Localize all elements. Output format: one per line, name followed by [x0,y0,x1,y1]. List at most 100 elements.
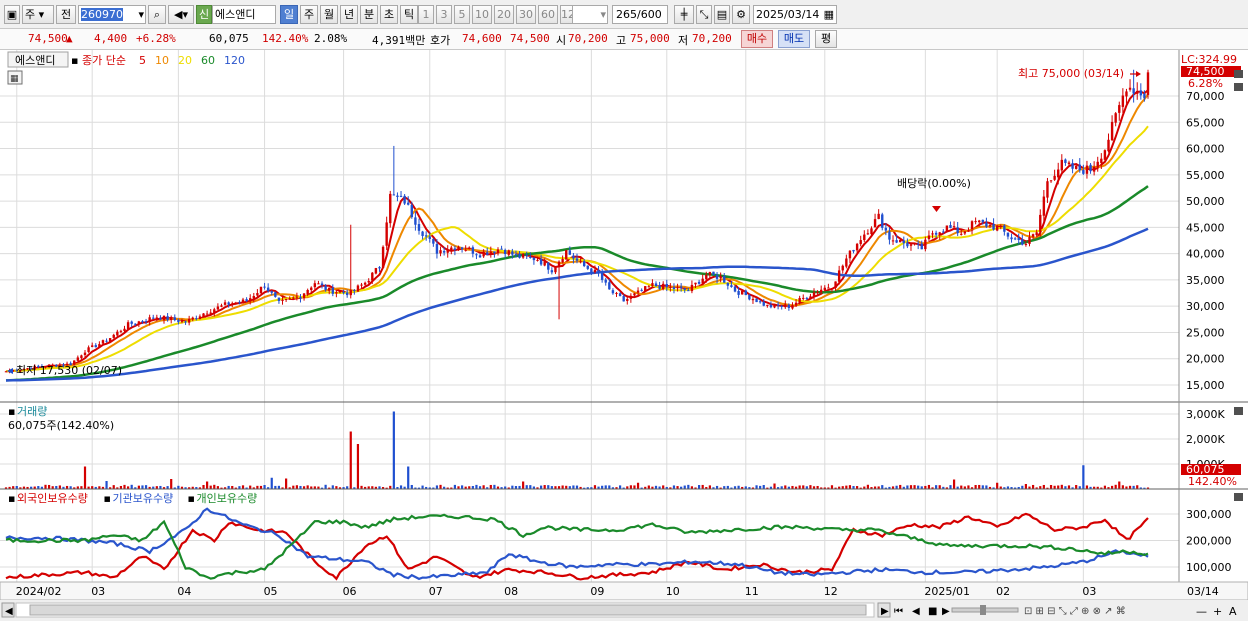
stop-icon[interactable]: ■ [928,606,937,617]
volume-bar [974,484,977,489]
window-menu-icon[interactable]: ▣ [4,5,20,24]
volume-close-icon[interactable] [1234,407,1243,415]
minute-step-5[interactable]: 30 [516,5,536,24]
candle-body [137,321,141,325]
minute-step-2[interactable]: 5 [454,5,470,24]
price-close-icon[interactable] [1234,83,1243,91]
scroll-prev-page-icon[interactable]: ◀ [912,606,920,617]
candle-body [482,251,485,257]
volume-bar [460,485,464,489]
candle-body [809,296,812,300]
prev-button[interactable]: 전 [56,5,76,24]
legend-ma-label[interactable]: 종가 단순 [82,54,126,67]
timeframe-tab-1[interactable]: 주 [300,5,318,24]
candle-body [503,249,507,255]
volume-bar [421,485,424,489]
volume-bar [349,431,352,489]
timeframe-tab-6[interactable]: 틱 [400,5,418,24]
candle-body [841,265,844,271]
candle-body [618,293,622,297]
scroll-left-icon: ◀ [5,606,13,617]
candle-body [852,249,855,252]
candle-body [302,293,306,299]
gear-icon[interactable]: ⚙ [732,5,750,24]
bar-count-field[interactable]: 265/600 [612,5,668,24]
candle-body [543,261,546,266]
volume-bar [845,485,848,489]
candle-body [4,371,8,373]
candle-body [464,249,467,251]
draw-tool-icon[interactable]: ⤡ [696,5,712,24]
volume-bar [784,485,787,489]
candle-body [633,293,636,296]
candle-body [536,259,539,261]
timeframe-tab-4[interactable]: 분 [360,5,378,24]
candle-body [877,213,880,220]
volume-bar [604,485,607,489]
scroll-first-icon[interactable]: ⏮ [894,606,903,617]
search-icon[interactable]: ⌕ [148,5,166,24]
minute-step-1[interactable]: 3 [436,5,452,24]
volume-bar [927,484,931,489]
candle-body [306,289,309,295]
candle-body [891,240,895,242]
stock-name-field[interactable]: 에스앤디 [212,5,276,24]
candle-body [1031,234,1035,237]
minute-step-0[interactable]: 1 [418,5,434,24]
sell-button[interactable]: 매도 [778,30,810,48]
zoom-in-icon[interactable]: + [1213,605,1222,618]
holdings-close-icon[interactable] [1234,493,1243,501]
volume-title[interactable]: 거래량 [17,405,47,418]
custom-step-input[interactable]: ▾ [572,5,608,24]
scroll-next-page-icon[interactable]: ▶ [942,606,950,617]
timeframe-tab-2[interactable]: 월 [320,5,338,24]
scrollbar-thumb[interactable] [29,604,867,616]
candle-body [245,299,248,302]
minute-step-3[interactable]: 10 [472,5,492,24]
candle-body [274,292,277,297]
x-axis-label: 2024/02 [16,585,62,598]
timeframe-tab-0[interactable]: 일 [280,5,298,24]
volume-bar [830,485,834,489]
minute-step-6[interactable]: 60 [538,5,558,24]
save-icon[interactable]: ▤ [714,5,730,24]
date-field[interactable]: 2025/03/14 ▦ [753,5,837,24]
timeframe-tab-5[interactable]: 초 [380,5,398,24]
volume-bar [123,484,126,489]
chevron-down-icon: ▾ [600,8,606,21]
stock-chart[interactable]: 15,000 20,000 25,000 30,000 35,000 40,000 45,0… [0,50,1248,621]
period-unit-select[interactable]: 주 ▾ [22,5,54,24]
candle-body [148,317,151,323]
timeframe-tab-3[interactable]: 년 [340,5,358,24]
legend-dot: ▪ [71,54,78,67]
volume-bar [866,484,869,489]
buy-button[interactable]: 매수 [741,30,773,48]
font-size-icon[interactable]: A [1229,605,1237,618]
price-max-icon[interactable] [1234,70,1243,78]
volume-value: 60,075 [209,32,249,45]
volume-bar [561,485,564,489]
volume-bar [44,484,47,489]
zoom-out-icon[interactable]: — [1196,605,1207,618]
candle-body [231,303,234,305]
stock-code-input[interactable]: 260970 ▾ [78,5,146,24]
holdings-legend-dot: ▪ [188,492,195,505]
candle-body [259,286,263,294]
tool-icons[interactable]: ⊡ ⊞ ⊟ ⤡ ⤢ ⊕ ⊗ ↗ ⌘ [1024,606,1126,617]
volume-bar [809,485,812,489]
candle-body [108,338,112,342]
candle-type-icon[interactable]: ╪ [674,5,694,24]
volume-bar [1042,484,1045,489]
candle-body [1046,181,1049,198]
avg-button[interactable]: 평 [815,30,837,48]
legend-ma-120: 120 [224,54,245,67]
candle-body [967,230,970,232]
candle-body [374,268,378,274]
candle-body [916,243,920,245]
speaker-icon[interactable]: ◀▾ [168,5,194,24]
zoom-slider-handle[interactable] [980,605,986,615]
minute-step-4[interactable]: 20 [494,5,514,24]
candle-body [521,254,525,258]
chart-area[interactable]: 15,000 20,000 25,000 30,000 35,000 40,000 45,0… [0,50,1248,621]
candle-body [187,318,191,323]
